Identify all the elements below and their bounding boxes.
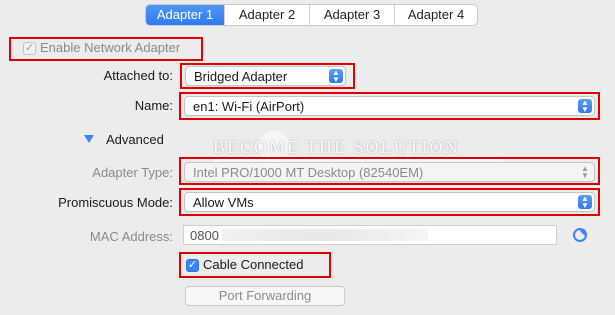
- mac-address-redaction: [222, 229, 428, 241]
- mac-address-label: MAC Address:: [89, 229, 173, 244]
- adapter-type-popup[interactable]: Intel PRO/1000 MT Desktop (82540EM) ▲ ▼: [184, 162, 595, 182]
- tab-adapter-2[interactable]: Adapter 2: [225, 5, 310, 25]
- name-popup[interactable]: en1: Wi-Fi (AirPort) ▲ ▼: [184, 96, 595, 116]
- checkmark-icon: ✓: [24, 42, 35, 54]
- up-down-arrows-icon: ▲ ▼: [581, 164, 589, 180]
- name-label: Name:: [134, 98, 173, 113]
- disclosure-triangle-icon[interactable]: [84, 135, 94, 143]
- tab-adapter-1[interactable]: Adapter 1: [146, 5, 225, 25]
- advanced-label[interactable]: Advanced: [106, 132, 164, 147]
- promiscuous-mode-popup[interactable]: Allow VMs ▲ ▼: [184, 192, 595, 212]
- enable-adapter-checkbox[interactable]: ✓: [23, 42, 36, 55]
- adapter-type-label: Adapter Type:: [92, 165, 173, 180]
- mac-address-field[interactable]: 0800: [183, 225, 557, 245]
- tab-adapter-4[interactable]: Adapter 4: [395, 5, 477, 25]
- enable-adapter-label: Enable Network Adapter: [40, 40, 181, 55]
- cable-connected-label: Cable Connected: [203, 257, 304, 272]
- watermark-text: BECOME THE SOLUTION: [213, 137, 460, 157]
- up-down-arrows-icon: ▲ ▼: [329, 69, 343, 84]
- port-forwarding-button[interactable]: Port Forwarding: [185, 286, 345, 306]
- promiscuous-mode-value: Allow VMs: [193, 195, 254, 210]
- mac-address-value: 0800: [190, 228, 219, 243]
- up-down-arrows-icon: ▲ ▼: [578, 99, 592, 114]
- attached-to-popup[interactable]: Bridged Adapter ▲ ▼: [185, 66, 346, 86]
- promiscuous-mode-label: Promiscuous Mode:: [58, 195, 173, 210]
- cable-connected-checkbox[interactable]: ✓: [186, 259, 199, 272]
- attached-to-value: Bridged Adapter: [194, 69, 288, 84]
- attached-to-label: Attached to:: [103, 68, 173, 83]
- adapter-type-value: Intel PRO/1000 MT Desktop (82540EM): [193, 165, 424, 180]
- name-value: en1: Wi-Fi (AirPort): [193, 99, 305, 114]
- checkmark-icon: ✓: [187, 259, 198, 271]
- refresh-icon[interactable]: [573, 228, 587, 242]
- adapter-tabs: Adapter 1 Adapter 2 Adapter 3 Adapter 4: [145, 4, 478, 26]
- up-down-arrows-icon: ▲ ▼: [578, 195, 592, 210]
- tab-adapter-3[interactable]: Adapter 3: [310, 5, 395, 25]
